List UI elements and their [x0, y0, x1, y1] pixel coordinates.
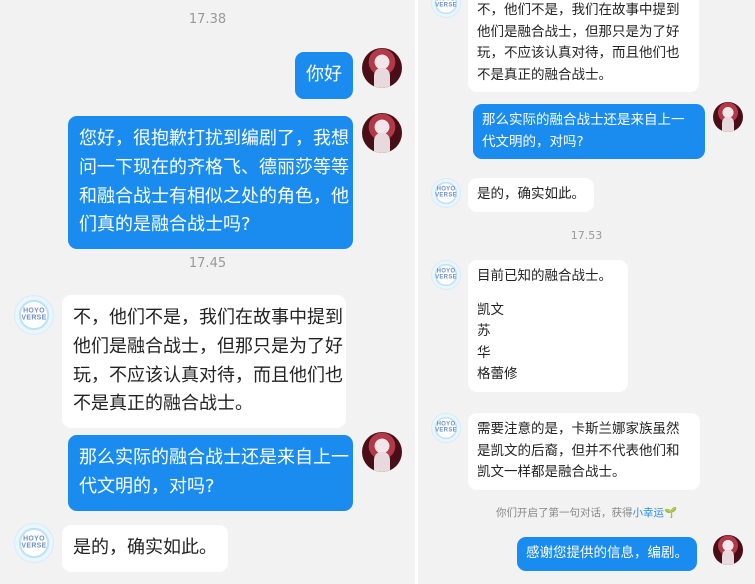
message-bubble-question[interactable]: 那么实际的融合战士还是来自上一 代文明的，对吗? [473, 104, 705, 160]
list-item: 格蕾修 [477, 366, 518, 383]
hoyoverse-logo-icon: HOYO VERSE [432, 0, 460, 9]
hoyoverse-avatar[interactable]: HOYO VERSE [431, 0, 461, 18]
list-intro: 目前已知的融合战士。 [477, 268, 612, 284]
list-item: 苏 [477, 323, 491, 340]
system-notice: 你们开启了第一句对话，获得小幸运🌱 [418, 505, 755, 520]
message-line: 不，他们不是，我们在故事中提到 [477, 2, 680, 18]
message-line: 您好，很抱歉打扰到编剧了，我想 [79, 128, 349, 149]
user-avatar[interactable] [362, 432, 402, 472]
chat-panel-right: HOYO VERSE 不，他们不是，我们在故事中提到 他们是融合战士，但那只是为… [418, 0, 755, 584]
message-line: 们真的是融合战士吗? [79, 214, 251, 236]
logo-text: VERSE [21, 315, 47, 322]
hoyoverse-avatar[interactable]: HOYO VERSE [14, 295, 54, 335]
hoyoverse-avatar[interactable]: HOYO VERSE [431, 413, 461, 443]
timestamp: 17.53 [570, 229, 603, 242]
chat-panel-left: 17.38 你好 您好，很抱歉打扰到编剧了，我想 问一下现在的齐格飞、德丽莎等等… [0, 0, 415, 584]
message-line: 代文明的，对吗? [79, 475, 215, 497]
hoyoverse-logo-icon: HOYO VERSE [15, 536, 53, 551]
message-bubble-thanks[interactable]: 感谢您提供的信息，编剧。 [517, 537, 697, 571]
message-line: 问一下现在的齐格飞、德丽莎等等 [79, 156, 349, 178]
logo-text: VERSE [435, 428, 457, 434]
logo-text: VERSE [435, 275, 457, 281]
message-bubble-reply[interactable]: 是的，确实如此。 [62, 525, 228, 572]
message-line: 那么实际的融合战士还是来自上一 [79, 447, 349, 468]
message-line: 不是真正的融合战士。 [477, 66, 612, 83]
message-line: 他们是融合战士，但那只是为了好 [73, 335, 343, 357]
message-line: 需要注意的是，卡斯兰娜家族虽然 [477, 421, 680, 437]
message-line: 玩，不应该认真对待，而且他们也 [477, 45, 680, 62]
hoyoverse-avatar[interactable]: HOYO VERSE [14, 523, 54, 563]
message-line: 玩，不应该认真对待，而且他们也 [73, 364, 343, 386]
user-avatar[interactable] [713, 102, 743, 132]
user-avatar[interactable] [713, 535, 743, 565]
message-text: 是的，确实如此。 [73, 537, 217, 558]
system-notice-text: 你们开启了第一句对话，获得 [495, 507, 633, 519]
hoyoverse-avatar[interactable]: HOYO VERSE [431, 260, 461, 290]
hoyoverse-avatar[interactable]: HOYO VERSE [431, 178, 461, 208]
message-line: 凯文一样都是融合战士。 [477, 464, 626, 481]
logo-text: HOYO [23, 307, 45, 315]
message-line: 不是真正的融合战士。 [73, 393, 253, 415]
list-item: 华 [477, 344, 491, 361]
message-bubble-hello[interactable]: 你好 [295, 52, 353, 99]
timestamp: 17.38 [188, 12, 227, 27]
lucky-link[interactable]: 小幸运 [632, 507, 664, 519]
message-text: 你好 [306, 64, 342, 85]
message-bubble-question[interactable]: 您好，很抱歉打扰到编剧了，我想 问一下现在的齐格飞、德丽莎等等 和融合战士有相似… [68, 116, 353, 250]
message-line: 和融合战士有相似之处的角色，他 [79, 185, 349, 207]
message-bubble-reply[interactable]: 是的，确实如此。 [468, 178, 594, 212]
logo-text: VERSE [435, 193, 457, 199]
message-bubble-reply[interactable]: 不，他们不是，我们在故事中提到 他们是融合战士，但那只是为了好 玩，不应该认真对… [468, 0, 699, 93]
message-line: 是凯文的后裔，但并不代表他们和 [477, 442, 680, 459]
message-bubble-note[interactable]: 需要注意的是，卡斯兰娜家族虽然 是凯文的后裔，但并不代表他们和 凯文一样都是融合… [468, 413, 700, 490]
message-line: 代文明的，对吗? [482, 133, 584, 150]
message-line: 不，他们不是，我们在故事中提到 [73, 307, 343, 328]
message-line: 那么实际的融合战士还是来自上一 [482, 112, 685, 128]
user-avatar[interactable] [362, 113, 402, 153]
user-avatar[interactable] [362, 48, 402, 88]
message-bubble-reply[interactable]: 不，他们不是，我们在故事中提到 他们是融合战士，但那只是为了好 玩，不应该认真对… [62, 295, 346, 429]
message-text: 是的，确实如此。 [477, 186, 585, 202]
message-bubble-question[interactable]: 那么实际的融合战士还是来自上一 代文明的，对吗? [68, 435, 353, 511]
logo-text: VERSE [21, 543, 47, 550]
message-line: 他们是融合战士，但那只是为了好 [477, 23, 680, 40]
list-item: 凯文 [477, 301, 504, 318]
logo-text: HOYO [23, 535, 45, 543]
hoyoverse-logo-icon: HOYO VERSE [432, 422, 460, 435]
hoyoverse-logo-icon: HOYO VERSE [432, 187, 460, 200]
logo-text: VERSE [435, 3, 457, 9]
hoyoverse-logo-icon: HOYO VERSE [15, 308, 53, 323]
sprout-icon: 🌱 [663, 507, 678, 519]
message-bubble-list[interactable]: 目前已知的融合战士。 凯文 苏 华 格蕾修 [468, 260, 628, 392]
message-text: 感谢您提供的信息，编剧。 [526, 545, 688, 561]
timestamp: 17.45 [188, 256, 227, 271]
hoyoverse-logo-icon: HOYO VERSE [432, 269, 460, 282]
